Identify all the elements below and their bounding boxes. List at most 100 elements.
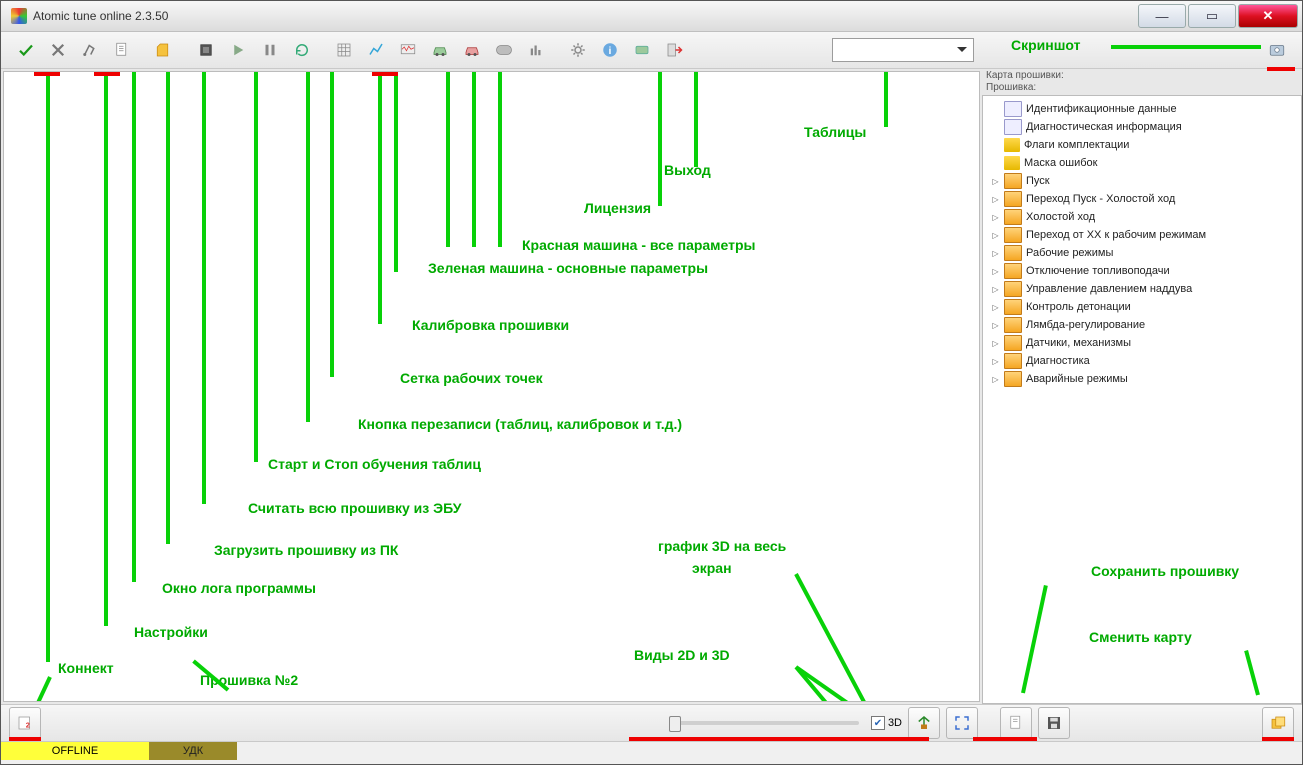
tree-item[interactable]: Флаги комплектации <box>985 136 1299 154</box>
side-header-1: Карта прошивки: <box>982 69 1302 82</box>
gear-button[interactable] <box>563 35 593 65</box>
ann-calib: Калибровка прошивки <box>412 317 569 333</box>
calibration-button[interactable] <box>361 35 391 65</box>
disconnect-button[interactable] <box>43 35 73 65</box>
tree-item[interactable]: Диагностическая информация <box>985 118 1299 136</box>
tree-item[interactable]: Идентификационные данные <box>985 100 1299 118</box>
swap-map-button[interactable] <box>1262 707 1294 739</box>
ann-views: Виды 2D и 3D <box>634 647 730 663</box>
ann-loadpc: Загрузить прошивку из ПК <box>214 542 398 558</box>
log-window-button[interactable] <box>107 35 137 65</box>
firmware2-button[interactable]: 2 <box>9 707 41 739</box>
ann-rewrite: Кнопка перезаписи (таблиц, калибровок и … <box>358 416 682 432</box>
tree-item-label: Управление давлением наддува <box>1026 283 1192 295</box>
maximize-button[interactable]: ▭ <box>1188 4 1236 28</box>
start-learn-button[interactable] <box>223 35 253 65</box>
tables-dropdown[interactable] <box>832 38 974 62</box>
license-button[interactable] <box>627 35 657 65</box>
tree-item[interactable]: ▷Контроль детонации <box>985 298 1299 316</box>
tree-item[interactable]: ▷Переход от ХХ к рабочим режимам <box>985 226 1299 244</box>
load-firmware-button[interactable] <box>149 35 179 65</box>
rewrite-button[interactable] <box>287 35 317 65</box>
tree-item-label: Аварийные режимы <box>1026 373 1128 385</box>
ann-startstop: Старт и Стоп обучения таблиц <box>268 456 481 472</box>
stop-learn-button[interactable] <box>255 35 285 65</box>
main-toolbar: i <box>1 32 1302 69</box>
ann-redcar: Красная машина - все параметры <box>522 237 756 253</box>
ann-tables: Таблицы <box>804 124 866 140</box>
tree-item[interactable]: Маска ошибок <box>985 154 1299 172</box>
close-button[interactable]: ✕ <box>1238 4 1298 28</box>
ann-license: Лицензия <box>584 200 651 216</box>
tree-item[interactable]: ▷Холостой ход <box>985 208 1299 226</box>
ann-readecu: Считать всю прошивку из ЭБУ <box>248 500 462 516</box>
status-offline: OFFLINE <box>1 742 149 760</box>
green-car-button[interactable] <box>425 35 455 65</box>
info-button[interactable]: i <box>595 35 625 65</box>
tree-item[interactable]: ▷Управление давлением наддува <box>985 280 1299 298</box>
3d-checkbox[interactable]: ✔3D <box>871 716 902 730</box>
ann-grid: Сетка рабочих точек <box>400 370 543 386</box>
tree-item[interactable]: ▷Датчики, механизмы <box>985 334 1299 352</box>
brain-button[interactable] <box>489 35 519 65</box>
ann-full3d1: график 3D на весь <box>658 538 786 554</box>
bars-button[interactable] <box>521 35 551 65</box>
tree-item-label: Датчики, механизмы <box>1026 337 1131 349</box>
exit-button[interactable] <box>659 35 689 65</box>
tree-item[interactable]: ▷Лямбда-регулирование <box>985 316 1299 334</box>
tree-item[interactable]: ▷Отключение топливоподачи <box>985 262 1299 280</box>
tree-item[interactable]: ▷Диагностика <box>985 352 1299 370</box>
app-logo-icon <box>11 8 27 24</box>
tree-item-label: Переход Пуск - Холостой ход <box>1026 193 1175 205</box>
tree-item-label: Диагностическая информация <box>1026 121 1182 133</box>
oscilloscope-button[interactable] <box>393 35 423 65</box>
tree-item-label: Холостой ход <box>1026 211 1095 223</box>
tree-item-label: Маска ошибок <box>1024 157 1097 169</box>
tree-item[interactable]: ▷Рабочие режимы <box>985 244 1299 262</box>
minimize-button[interactable]: — <box>1138 4 1186 28</box>
ann-connect: Коннект <box>58 660 114 676</box>
ann-logwin: Окно лога программы <box>162 580 316 596</box>
ann-greencar: Зеленая машина - основные параметры <box>428 260 708 276</box>
screenshot-button[interactable] <box>1262 35 1292 65</box>
main-canvas: Таблицы Выход Лицензия Красная машина - … <box>3 71 980 702</box>
tree-item[interactable]: ▷Переход Пуск - Холостой ход <box>985 190 1299 208</box>
side-header-2: Прошивка: <box>982 82 1302 95</box>
connect-button[interactable] <box>11 35 41 65</box>
save-firmware-button[interactable] <box>1000 707 1032 739</box>
tree-item-label: Отключение топливоподачи <box>1026 265 1170 277</box>
view-2d3d-button[interactable] <box>908 707 940 739</box>
tree-item[interactable]: ▷Аварийные режимы <box>985 370 1299 388</box>
tree-item-label: Диагностика <box>1026 355 1090 367</box>
red-car-button[interactable] <box>457 35 487 65</box>
tree-item[interactable]: ▷Пуск <box>985 172 1299 190</box>
svg-text:2: 2 <box>26 721 30 730</box>
svg-text:i: i <box>609 45 612 57</box>
title-bar: Atomic tune online 2.3.50 — ▭ ✕ <box>1 1 1302 32</box>
tree-item-label: Переход от ХХ к рабочим режимам <box>1026 229 1206 241</box>
firmware-tree[interactable]: Идентификационные данные Диагностическая … <box>982 95 1302 704</box>
bottom-bar: 2 ✔3D <box>1 704 1302 741</box>
body-area: Таблицы Выход Лицензия Красная машина - … <box>1 69 1302 704</box>
read-ecu-button[interactable] <box>191 35 221 65</box>
tree-item-label: Контроль детонации <box>1026 301 1131 313</box>
status-udk: УДК <box>149 742 237 760</box>
status-bar: OFFLINE УДК <box>1 741 1302 764</box>
ann-full3d2: экран <box>692 560 732 576</box>
window-title: Atomic tune online 2.3.50 <box>33 9 1138 23</box>
grid-points-button[interactable] <box>329 35 359 65</box>
view-slider[interactable] <box>669 721 859 725</box>
tree-item-label: Рабочие режимы <box>1026 247 1113 259</box>
ann-exit: Выход <box>664 162 711 178</box>
settings-button[interactable] <box>75 35 105 65</box>
tree-item-label: Пуск <box>1026 175 1050 187</box>
save-disk-button[interactable] <box>1038 707 1070 739</box>
tree-item-label: Флаги комплектации <box>1024 139 1129 151</box>
side-column: Карта прошивки: Прошивка: Идентификацион… <box>982 69 1302 704</box>
tree-item-label: Лямбда-регулирование <box>1026 319 1145 331</box>
ann-fw2: Прошивка №2 <box>200 672 298 688</box>
ann-settings: Настройки <box>134 624 208 640</box>
tree-item-label: Идентификационные данные <box>1026 103 1177 115</box>
fullscreen-3d-button[interactable] <box>946 707 978 739</box>
app-window: Atomic tune online 2.3.50 — ▭ ✕ i <box>0 0 1303 765</box>
